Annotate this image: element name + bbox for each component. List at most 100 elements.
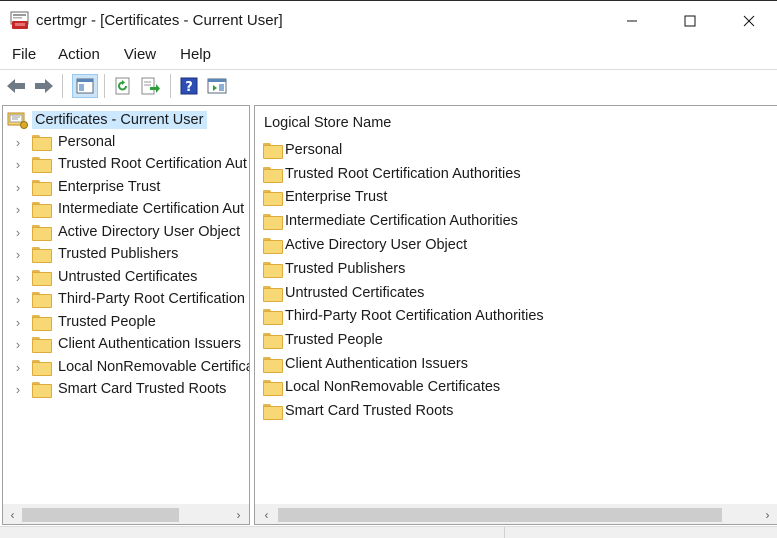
folder-icon bbox=[263, 190, 283, 206]
folder-icon bbox=[263, 404, 283, 420]
scroll-right-arrow-icon[interactable]: › bbox=[759, 505, 776, 524]
list-item[interactable]: Trusted People bbox=[263, 329, 383, 351]
close-button[interactable] bbox=[726, 1, 772, 41]
folder-icon bbox=[32, 225, 52, 241]
tree-item[interactable]: › Client Authentication Issuers bbox=[3, 333, 241, 355]
tree-item[interactable]: › Trusted Root Certification Aut bbox=[3, 153, 247, 175]
list-item[interactable]: Intermediate Certification Authorities bbox=[263, 210, 518, 232]
folder-icon bbox=[32, 270, 52, 286]
scrollbar-thumb[interactable] bbox=[22, 508, 179, 522]
window-title: certmgr - [Certificates - Current User] bbox=[36, 12, 283, 29]
forward-button[interactable] bbox=[33, 75, 55, 97]
tree-item-label: Enterprise Trust bbox=[58, 179, 161, 195]
tree-root-certificates-current-user[interactable]: Certificates - Current User bbox=[7, 110, 208, 130]
scroll-right-arrow-icon[interactable]: › bbox=[230, 505, 247, 524]
chevron-right-icon[interactable]: › bbox=[13, 337, 23, 352]
chevron-right-icon[interactable]: › bbox=[13, 225, 23, 240]
folder-icon bbox=[32, 337, 52, 353]
tree-item[interactable]: › Local NonRemovable Certifica bbox=[3, 356, 249, 378]
tree-item-label: Trusted Publishers bbox=[58, 246, 179, 262]
scroll-left-arrow-icon[interactable]: ‹ bbox=[4, 505, 21, 524]
column-header-logical-store-name[interactable]: Logical Store Name bbox=[264, 115, 391, 131]
list-item[interactable]: Third-Party Root Certification Authoriti… bbox=[263, 305, 544, 327]
chevron-right-icon[interactable]: › bbox=[13, 315, 23, 330]
tree-item[interactable]: › Trusted Publishers bbox=[3, 243, 178, 265]
folder-icon bbox=[263, 380, 283, 396]
chevron-right-icon[interactable]: › bbox=[13, 180, 23, 195]
menu-file[interactable]: File bbox=[12, 46, 36, 63]
list-item[interactable]: Trusted Root Certification Authorities bbox=[263, 163, 521, 185]
tree-item[interactable]: › Personal bbox=[3, 131, 115, 153]
toolbar-separator bbox=[62, 74, 63, 98]
scrollbar-thumb[interactable] bbox=[278, 508, 722, 522]
list-horizontal-scrollbar[interactable]: ‹ › bbox=[255, 504, 777, 524]
tree-item[interactable]: › Untrusted Certificates bbox=[3, 266, 197, 288]
certmgr-app-icon bbox=[10, 11, 29, 29]
list-item-label: Client Authentication Issuers bbox=[285, 356, 468, 372]
list-item[interactable]: Active Directory User Object bbox=[263, 234, 467, 256]
list-item[interactable]: Client Authentication Issuers bbox=[263, 353, 468, 375]
toolbar-separator bbox=[170, 74, 171, 98]
toolbar: ? bbox=[0, 69, 777, 101]
minimize-button[interactable] bbox=[609, 1, 655, 41]
folder-icon bbox=[32, 247, 52, 263]
scroll-left-arrow-icon[interactable]: ‹ bbox=[258, 505, 275, 524]
list-item[interactable]: Smart Card Trusted Roots bbox=[263, 400, 453, 422]
certificate-store-icon bbox=[7, 112, 28, 129]
chevron-right-icon[interactable]: › bbox=[13, 135, 23, 150]
tree-item[interactable]: › Third-Party Root Certification bbox=[3, 288, 245, 310]
refresh-button[interactable] bbox=[112, 75, 134, 97]
svg-text:?: ? bbox=[185, 80, 193, 95]
list-item-label: Smart Card Trusted Roots bbox=[285, 403, 454, 419]
show-hide-console-tree-button[interactable] bbox=[72, 74, 98, 98]
tree-item-label: Trusted Root Certification Aut bbox=[58, 156, 247, 172]
back-button[interactable] bbox=[5, 75, 27, 97]
list-item-label: Intermediate Certification Authorities bbox=[285, 213, 518, 229]
chevron-right-icon[interactable]: › bbox=[13, 360, 23, 375]
result-list-panel: Logical Store Name Personal Trusted Root… bbox=[254, 105, 777, 525]
list-item-label: Third-Party Root Certification Authoriti… bbox=[285, 308, 544, 324]
chevron-right-icon[interactable]: › bbox=[13, 292, 23, 307]
list-item-label: Trusted Publishers bbox=[285, 261, 406, 277]
list-item-label: Trusted People bbox=[285, 332, 383, 348]
folder-icon bbox=[32, 202, 52, 218]
list-item[interactable]: Untrusted Certificates bbox=[263, 282, 424, 304]
folder-icon bbox=[263, 238, 283, 254]
tree-item[interactable]: › Smart Card Trusted Roots bbox=[3, 378, 226, 400]
tree-item-label: Client Authentication Issuers bbox=[58, 336, 241, 352]
tree-item-label: Untrusted Certificates bbox=[58, 269, 198, 285]
tree-item[interactable]: › Trusted People bbox=[3, 311, 156, 333]
tree-item[interactable]: › Intermediate Certification Aut bbox=[3, 198, 244, 220]
folder-icon bbox=[32, 157, 52, 173]
folder-icon bbox=[32, 382, 52, 398]
folder-icon bbox=[32, 315, 52, 331]
show-hide-action-pane-button[interactable] bbox=[206, 75, 228, 97]
refresh-icon bbox=[115, 77, 130, 95]
export-list-icon bbox=[141, 77, 160, 95]
folder-icon bbox=[263, 214, 283, 230]
menu-view[interactable]: View bbox=[124, 46, 156, 63]
tree-horizontal-scrollbar[interactable]: ‹ › bbox=[3, 504, 249, 524]
tree-item-label: Personal bbox=[58, 134, 116, 150]
action-pane-icon bbox=[207, 78, 227, 94]
folder-icon bbox=[263, 333, 283, 349]
chevron-right-icon[interactable]: › bbox=[13, 270, 23, 285]
tree-item[interactable]: › Active Directory User Object bbox=[3, 221, 240, 243]
chevron-right-icon[interactable]: › bbox=[13, 202, 23, 217]
export-list-button[interactable] bbox=[140, 75, 162, 97]
tree-item[interactable]: › Enterprise Trust bbox=[3, 176, 160, 198]
list-item[interactable]: Local NonRemovable Certificates bbox=[263, 376, 500, 398]
list-item[interactable]: Enterprise Trust bbox=[263, 186, 387, 208]
chevron-right-icon[interactable]: › bbox=[13, 247, 23, 262]
menu-action[interactable]: Action bbox=[58, 46, 100, 63]
help-button[interactable]: ? bbox=[178, 75, 200, 97]
menu-help[interactable]: Help bbox=[180, 46, 211, 63]
chevron-right-icon[interactable]: › bbox=[13, 382, 23, 397]
maximize-button[interactable] bbox=[667, 1, 713, 41]
list-item[interactable]: Personal bbox=[263, 139, 342, 161]
folder-icon bbox=[263, 167, 283, 183]
maximize-icon bbox=[684, 15, 696, 27]
chevron-right-icon[interactable]: › bbox=[13, 157, 23, 172]
list-item[interactable]: Trusted Publishers bbox=[263, 258, 405, 280]
list-item-label: Local NonRemovable Certificates bbox=[285, 379, 501, 395]
